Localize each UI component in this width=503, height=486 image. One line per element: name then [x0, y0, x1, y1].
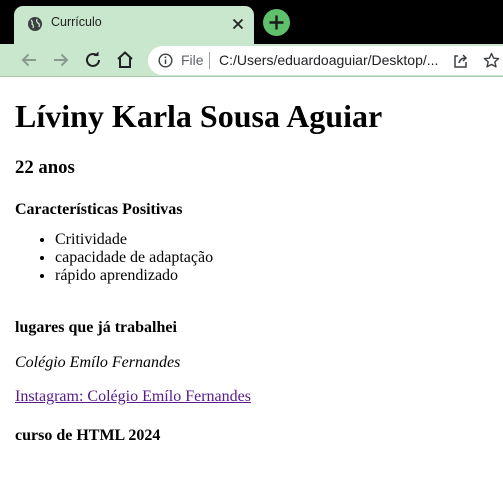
info-icon[interactable] — [158, 53, 173, 68]
star-icon[interactable] — [483, 52, 500, 69]
instagram-link[interactable]: Instagram: Colégio Emílo Fernandes — [15, 388, 251, 405]
globe-icon — [28, 17, 42, 31]
person-name-heading: Líviny Karla Sousa Aguiar — [15, 98, 383, 134]
workplace-text: Colégio Emílo Fernandes — [15, 354, 181, 371]
list-item: capacidade de adaptação — [55, 249, 503, 267]
url-scheme: File — [181, 52, 204, 68]
list-item: rápido aprendizado — [55, 267, 503, 285]
page-content: Líviny Karla Sousa Aguiar 22 anos Caract… — [15, 77, 503, 445]
reload-icon[interactable] — [82, 49, 104, 71]
browser-toolbar: File C:/Users/eduardoaguiar/Desktop/... — [0, 44, 503, 77]
list-item: Critividade — [55, 231, 503, 249]
active-tab[interactable]: Currículo — [14, 6, 254, 44]
close-icon[interactable] — [230, 16, 246, 32]
tab-strip: Currículo — [0, 0, 503, 44]
course-heading: curso de HTML 2024 — [15, 427, 161, 444]
work-heading: lugares que já trabalhei — [15, 319, 177, 336]
omnibox-divider — [209, 52, 210, 69]
traits-heading: Características Positivas — [15, 201, 183, 218]
share-icon[interactable] — [452, 52, 469, 69]
traits-list: Critividade capacidade de adaptação rápi… — [15, 231, 503, 285]
url-text[interactable]: C:/Users/eduardoaguiar/Desktop/... — [219, 52, 438, 68]
tab-title: Currículo — [51, 15, 102, 29]
address-bar[interactable]: File C:/Users/eduardoaguiar/Desktop/... — [148, 46, 503, 75]
back-arrow-icon[interactable] — [18, 49, 40, 71]
home-icon[interactable] — [114, 49, 136, 71]
age-heading: 22 anos — [15, 157, 75, 178]
forward-arrow-icon[interactable] — [50, 49, 72, 71]
plus-icon — [269, 15, 284, 30]
new-tab-button[interactable] — [263, 9, 290, 36]
